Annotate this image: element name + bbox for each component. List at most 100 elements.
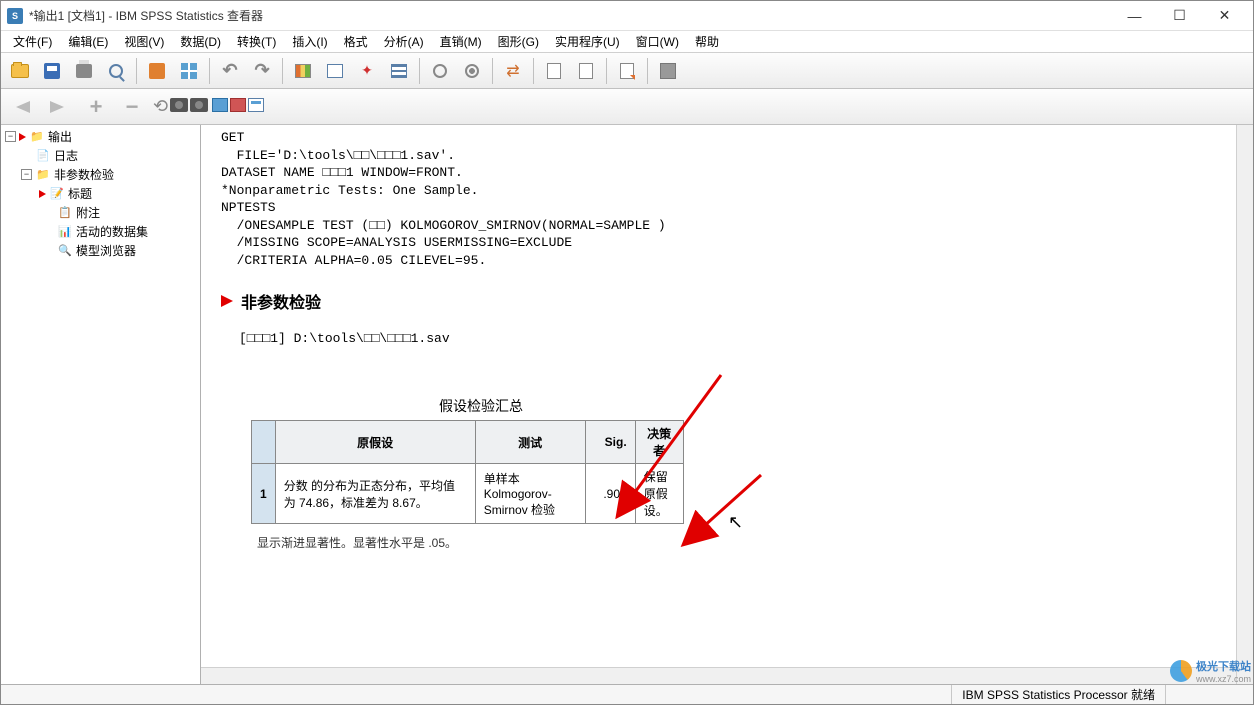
minimize-button[interactable]: — [1112,2,1157,30]
menu-data[interactable]: 数据(D) [172,31,229,52]
arrow-left-icon [12,98,32,116]
select2-button[interactable] [457,56,487,86]
rotate-button[interactable]: ⟲ [153,96,168,117]
arrow-right-icon [48,98,68,116]
collapse-icon[interactable]: − [5,131,16,142]
win2-button[interactable] [230,98,246,115]
plus-icon: + [90,94,103,120]
tree-root[interactable]: − 📁 输出 [3,127,198,146]
main-area: − 📁 输出 📄 日志 − 📁 非参数检验 📝 标题 📋 附注 📊 活动的数据集 [1,125,1253,684]
open-button[interactable] [5,56,35,86]
table-header-row: 原假设 测试 Sig. 决策者 [252,421,684,464]
menu-window[interactable]: 窗口(W) [628,31,687,52]
status-empty [1165,685,1245,704]
doc2-button[interactable] [571,56,601,86]
status-processor: IBM SPSS Statistics Processor 就绪 [951,685,1165,704]
watermark: 极光下载站 www.xz7.com [1170,658,1251,684]
redo-button[interactable]: ↷ [247,56,277,86]
menu-graphs[interactable]: 图形(G) [490,31,547,52]
circle-icon [433,64,447,78]
maximize-button[interactable]: ☐ [1157,2,1202,30]
list-icon [391,64,407,78]
toolbar-separator [282,58,283,84]
dataset-path: [□□□1] D:\tools\□□\□□□1.sav [239,331,1233,346]
menu-transform[interactable]: 转换(T) [229,31,284,52]
menu-help[interactable]: 帮助 [687,31,727,52]
menu-direct[interactable]: 直销(M) [432,31,490,52]
window-list-icon [248,98,264,112]
docp-button[interactable] [612,56,642,86]
outline-tree[interactable]: − 📁 输出 📄 日志 − 📁 非参数检验 📝 标题 📋 附注 📊 活动的数据集 [1,125,201,684]
watermark-text: 极光下载站 [1196,658,1251,674]
menu-analyze[interactable]: 分析(A) [376,31,432,52]
cell-h0: 分数 的分布为正态分布，平均值为 74.86，标准差为 8.67。 [275,464,475,524]
col-blank [252,421,276,464]
tree-log[interactable]: 📄 日志 [3,146,198,165]
tree-model[interactable]: 🔍 模型浏览器 [3,241,198,260]
camera-button[interactable] [170,98,188,115]
camera-icon [190,98,208,112]
grid-button[interactable] [174,56,204,86]
titlebar: S *输出1 [文档1] - IBM SPSS Statistics 查看器 —… [1,1,1253,31]
tree-dataset-label: 活动的数据集 [76,223,148,240]
tree-title[interactable]: 📝 标题 [3,184,198,203]
menu-file[interactable]: 文件(F) [5,31,60,52]
tree-title-label: 标题 [68,185,92,202]
goto-button[interactable] [320,56,350,86]
menu-view[interactable]: 视图(V) [116,31,172,52]
doc-button[interactable] [539,56,569,86]
print-button[interactable] [69,56,99,86]
undo-button[interactable]: ↶ [215,56,245,86]
tree-root-label: 输出 [48,128,72,145]
close-button[interactable]: ✕ [1202,2,1247,30]
docg-button[interactable] [653,56,683,86]
nav-remove[interactable]: − [115,92,149,122]
hypothesis-summary-table[interactable]: 原假设 测试 Sig. 决策者 1 分数 的分布为正态分布，平均值为 74.86… [251,420,684,524]
preview-button[interactable] [101,56,131,86]
collapse-icon[interactable]: − [21,169,32,180]
arrow-marker-icon [39,190,46,198]
model-icon: 🔍 [57,244,73,258]
save-button[interactable] [37,56,67,86]
swap-button[interactable]: ⇄ [498,56,528,86]
camera-icon [170,98,188,112]
chart-icon [295,64,311,78]
output-viewer[interactable]: GET FILE='D:\tools\□□\□□□1.sav'. DATASET… [201,125,1253,684]
watermark-logo-icon [1170,660,1192,682]
cell-rownum: 1 [252,464,276,524]
star-down-icon: ✦ [361,62,373,79]
list-button[interactable] [384,56,414,86]
tree-npar[interactable]: − 📁 非参数检验 [3,165,198,184]
nav-back[interactable] [5,92,39,122]
cell-test: 单样本 Kolmogorov-Smirnov 检验 [475,464,585,524]
print-icon [76,64,92,78]
menu-edit[interactable]: 编辑(E) [60,31,116,52]
win3-button[interactable] [248,98,264,115]
toolbar-separator [647,58,648,84]
select-button[interactable] [425,56,455,86]
vertical-scrollbar[interactable] [1236,125,1253,684]
tree-dataset[interactable]: 📊 活动的数据集 [3,222,198,241]
nav-add[interactable]: + [79,92,113,122]
window-red-icon [230,98,246,112]
col-sig: Sig. [585,421,635,464]
nav-forward[interactable] [41,92,75,122]
chart-button[interactable] [288,56,318,86]
horizontal-scrollbar[interactable] [201,667,1236,684]
menu-format[interactable]: 格式 [336,31,376,52]
table-row[interactable]: 1 分数 的分布为正态分布，平均值为 74.86，标准差为 8.67。 单样本 … [252,464,684,524]
var-button[interactable]: ✦ [352,56,382,86]
camera2-button[interactable] [190,98,208,115]
export-button[interactable] [142,56,172,86]
folder-icon: 📁 [35,168,51,182]
win1-button[interactable] [212,98,228,115]
minus-icon: − [126,94,139,120]
grid-icon [181,63,197,79]
tree-model-label: 模型浏览器 [76,242,136,259]
folder-open-icon [11,64,29,78]
save-icon [44,63,60,79]
menu-insert[interactable]: 插入(I) [284,31,335,52]
menu-utilities[interactable]: 实用程序(U) [547,31,628,52]
tree-note[interactable]: 📋 附注 [3,203,198,222]
section-heading: 非参数检验 [241,289,321,313]
